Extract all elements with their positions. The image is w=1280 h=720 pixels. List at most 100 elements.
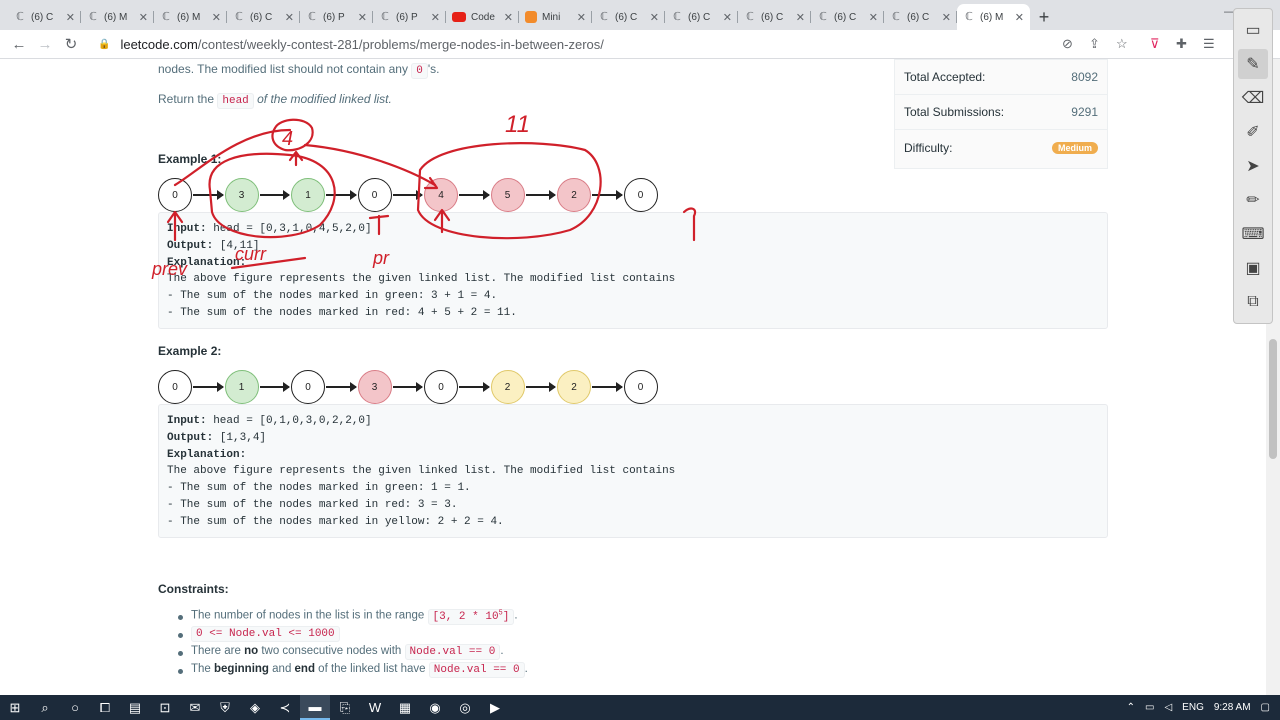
browser-tab[interactable]: Code ✕ [446,4,519,30]
keyboard-icon[interactable]: ⌨ [1238,219,1268,249]
close-tab-icon[interactable]: ✕ [1015,11,1024,24]
task-view-icon[interactable]: ⧠ [90,695,120,720]
app-icon[interactable]: ◈ [240,695,270,720]
close-tab-icon[interactable]: ✕ [358,11,367,24]
clock[interactable]: 9:28 AM [1214,702,1251,713]
file-explorer-icon[interactable]: ▤ [120,695,150,720]
search-icon[interactable]: ⌕ [30,695,60,720]
close-tab-icon[interactable]: ✕ [285,11,294,24]
close-tab-icon[interactable]: ✕ [942,11,951,24]
windows-start-icon[interactable]: ⊞ [0,695,30,720]
new-tab-button[interactable]: + [1030,4,1058,30]
browser-tab[interactable]: ℂ (6) M ✕ [154,4,227,30]
bookmark-star-icon[interactable]: ☆ [1116,36,1128,52]
browser-tab[interactable]: ℂ (6) M ✕ [81,4,154,30]
brush-icon[interactable]: ✏ [1238,185,1268,215]
annotation-toolbar: ▭ ✎ ⌫ ✐ ➤ ✏ ⌨ ▣ ⧉ [1233,8,1273,324]
browser-tab[interactable]: ℂ (6) C ✕ [738,4,811,30]
taskbar: ⊞ ⌕ ○ ⧠ ▤ ⊡ ✉ ⛨ ◈ ≺ ▬ ⎘ W ▦ ◉ ◎ ▶ ⌃ ▭ ◁ … [0,695,1280,720]
browser-tab[interactable]: ℂ (6) C ✕ [811,4,884,30]
leetcode-icon: ℂ [235,11,243,23]
scrollbar-thumb[interactable] [1269,339,1277,459]
browser-tab[interactable]: ℂ (6) C ✕ [884,4,957,30]
close-tab-icon[interactable]: ✕ [212,11,221,24]
highlighter-icon[interactable]: ✐ [1238,117,1268,147]
close-tab-icon[interactable]: ✕ [66,11,75,24]
mini-icon [525,11,537,23]
volume-icon[interactable]: ◁ [1164,702,1172,713]
node-arrow [525,382,556,392]
close-tab-icon[interactable]: ✕ [869,11,878,24]
return-text: Return the head of the modified linked l… [158,92,392,109]
node-arrow [193,190,223,200]
browser-tab[interactable]: ℂ (6) C ✕ [227,4,300,30]
node-arrow [392,382,423,392]
pointer-icon[interactable]: ➤ [1238,151,1268,181]
constraint-item: The beginning and end of the linked list… [176,662,528,681]
close-tab-icon[interactable]: ✕ [504,11,513,24]
browser-tab[interactable]: ℂ (6) C ✕ [665,4,738,30]
browser-tab[interactable]: ℂ (6) P ✕ [373,4,446,30]
difficulty-badge: Medium [1051,141,1098,154]
share-icon[interactable]: ⇪ [1089,36,1100,52]
store-icon[interactable]: ⊡ [150,695,180,720]
browser-tab[interactable]: ℂ (6) P ✕ [300,4,373,30]
sheets-icon[interactable]: ▦ [390,695,420,720]
zero-code: 0 [411,63,428,79]
forward-icon[interactable]: → [32,36,58,53]
example-2-title: Example 2: [158,344,222,358]
obs-icon[interactable]: ◎ [450,695,480,720]
whiteboard-icon[interactable]: ▭ [1238,15,1268,45]
tab-title: (6) M [177,11,201,23]
address-bar[interactable]: 🔒 leetcode.com/contest/weekly-contest-28… [90,33,1225,56]
security-icon[interactable]: ⛨ [210,695,240,720]
eraser-icon[interactable]: ⌫ [1238,83,1268,113]
capture-icon[interactable]: ⧉ [1238,287,1268,317]
list-node: 3 [224,178,259,212]
recorder-icon[interactable]: ▶ [480,695,510,720]
browser-toolbar: ← → ↻ 🔒 leetcode.com/contest/weekly-cont… [0,30,1280,59]
node-arrow [326,382,356,392]
close-tab-icon[interactable]: ✕ [139,11,148,24]
eye-off-icon[interactable]: ⊘ [1062,36,1073,52]
stat-difficulty: Difficulty: Medium [895,130,1107,165]
chrome-icon[interactable]: ◉ [420,695,450,720]
close-tab-icon[interactable]: ✕ [431,11,440,24]
tab-title: (6) C [250,11,273,23]
pocket-icon[interactable]: ⊽ [1150,36,1160,52]
tab-title: (6) C [907,11,930,23]
leetcode-icon: ℂ [89,11,97,23]
reading-list-icon[interactable]: ☰ [1203,36,1215,52]
node-arrow [326,190,356,200]
chrome-active-icon[interactable]: ▬ [300,695,330,720]
cortana-icon[interactable]: ○ [60,695,90,720]
notifications-icon[interactable]: ▢ [1261,702,1270,713]
node-arrow [525,190,556,200]
vscode-icon[interactable]: ≺ [270,695,300,720]
close-tab-icon[interactable]: ✕ [650,11,659,24]
browser-tab[interactable]: ℂ (6) C ✕ [8,4,81,30]
list-node: 1 [224,370,259,404]
browser-tab[interactable]: Mini ✕ [519,4,592,30]
browser-tab[interactable]: ℂ (6) C ✕ [592,4,665,30]
mail-icon[interactable]: ✉ [180,695,210,720]
network-icon[interactable]: ▭ [1145,702,1154,713]
word-icon[interactable]: W [360,695,390,720]
problem-stats: Total Accepted: 8092 Total Submissions: 92… [894,59,1108,169]
close-tab-icon[interactable]: ✕ [577,11,586,24]
reload-icon[interactable]: ↻ [58,35,84,53]
screen-icon[interactable]: ▣ [1238,253,1268,283]
close-tab-icon[interactable]: ✕ [796,11,805,24]
leetcode-icon: ℂ [16,11,24,23]
extensions-icon[interactable]: ✚ [1176,36,1187,52]
language-indicator[interactable]: ENG [1182,702,1204,713]
pen-icon[interactable]: ✎ [1238,49,1268,79]
list-node: 0 [357,178,392,212]
back-icon[interactable]: ← [6,36,32,53]
close-tab-icon[interactable]: ✕ [723,11,732,24]
tray-arrow-icon[interactable]: ⌃ [1127,702,1135,713]
node-arrow [259,382,290,392]
browser-tab[interactable]: ℂ (6) M ✕ [957,4,1030,30]
pdf-icon[interactable]: ⎘ [330,695,360,720]
list-node: 0 [158,370,192,404]
